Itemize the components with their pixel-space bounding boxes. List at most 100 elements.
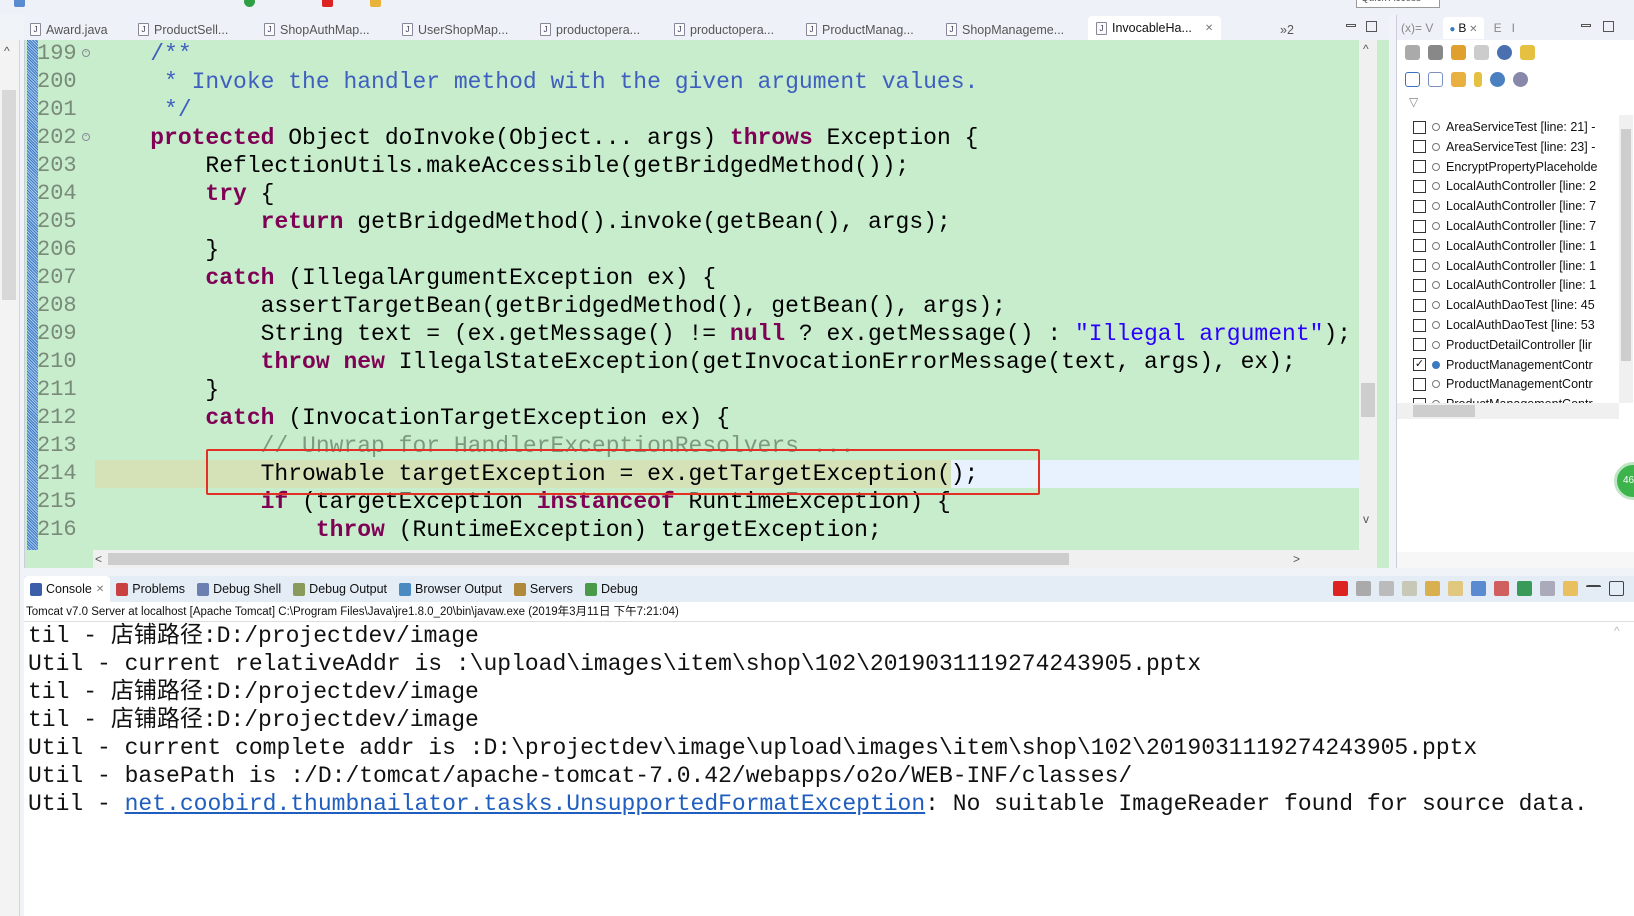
scrollbar-thumb[interactable] xyxy=(108,553,1069,565)
console-tab-servers[interactable]: Servers xyxy=(508,576,579,602)
checkbox[interactable] xyxy=(1413,199,1426,213)
editor-tab[interactable]: J InvocableHa... ✕ xyxy=(1088,16,1222,40)
checkbox[interactable] xyxy=(1413,259,1426,273)
editor-tab[interactable]: Jproductopera... xyxy=(540,19,640,40)
scroll-right-icon[interactable]: > xyxy=(1293,552,1300,566)
show-console-stdout-icon[interactable] xyxy=(1471,581,1486,596)
toolbar-icon[interactable] xyxy=(14,0,25,7)
editor-tab[interactable]: J UserShopMap... xyxy=(402,19,508,40)
clear-console-icon[interactable] xyxy=(1402,581,1417,596)
breakpoint-item[interactable]: ProductDetailController [lir xyxy=(1413,335,1613,355)
show-console-stderr-icon[interactable] xyxy=(1494,581,1509,596)
pin-console-icon[interactable] xyxy=(1517,581,1532,596)
code-line[interactable]: /** xyxy=(95,40,1359,68)
editor-horizontal-scrollbar[interactable]: < > xyxy=(93,550,1377,568)
chevron-up-icon[interactable]: ^ xyxy=(4,44,10,58)
editor-tab[interactable]: J ShopAuthMap... xyxy=(264,19,370,40)
code-line[interactable]: catch (InvocationTargetException ex) { xyxy=(95,404,1359,432)
console-vertical-scrollbar[interactable]: ^ xyxy=(1610,622,1628,916)
exception-breakpoint-icon[interactable] xyxy=(1520,45,1535,60)
code-line[interactable]: } xyxy=(95,376,1359,404)
checkbox[interactable] xyxy=(1413,298,1426,312)
scrollbar-thumb[interactable] xyxy=(1621,129,1631,361)
close-icon[interactable]: ✕ xyxy=(96,584,104,595)
breakpoint-item[interactable]: LocalAuthController [line: 1 xyxy=(1413,256,1613,276)
word-wrap-icon[interactable] xyxy=(1448,581,1463,596)
quick-access-input[interactable]: Quick Access xyxy=(1356,0,1440,8)
detail-horizontal-scrollbar[interactable] xyxy=(1397,552,1634,568)
breakpoint-item[interactable]: AreaServiceTest [line: 23] - xyxy=(1413,137,1613,157)
console-tab-debug-shell[interactable]: Debug Shell xyxy=(191,576,287,602)
remove-all-launches-icon[interactable] xyxy=(1379,581,1394,596)
run-icon[interactable] xyxy=(244,0,255,7)
fold-toggle-icon[interactable]: - xyxy=(82,133,90,141)
terminate-icon[interactable] xyxy=(1333,581,1348,596)
console-tab-debug[interactable]: Debug xyxy=(579,576,644,602)
editor-tab[interactable]: J Award.java xyxy=(30,19,108,40)
scroll-up-icon[interactable]: ^ xyxy=(1614,624,1620,638)
tab-overflow-button[interactable]: »2 xyxy=(1280,19,1294,40)
fold-toggle-icon[interactable]: - xyxy=(82,49,90,57)
remove-icon[interactable] xyxy=(1405,45,1420,60)
scrollbar-thumb[interactable] xyxy=(1361,383,1375,417)
editor-tab[interactable]: Jproductopera... xyxy=(674,19,774,40)
console-tab-problems[interactable]: Problems xyxy=(110,576,191,602)
console-tab-console[interactable]: Console ✕ xyxy=(24,576,111,602)
maximize-icon[interactable] xyxy=(1609,581,1624,596)
breakpoint-item[interactable]: LocalAuthController [line: 7 xyxy=(1413,196,1613,216)
console-tab-debug-output[interactable]: Debug Output xyxy=(287,576,393,602)
scroll-lock-icon[interactable] xyxy=(1425,581,1440,596)
checkbox[interactable] xyxy=(1413,239,1426,253)
breakpoint-item[interactable]: LocalAuthDaoTest [line: 45 xyxy=(1413,295,1613,315)
breakpoint-item[interactable]: LocalAuthController [line: 1 xyxy=(1413,275,1613,295)
editor-vertical-scrollbar[interactable]: ^ v xyxy=(1359,40,1377,550)
breakpoint-item[interactable]: LocalAuthController [line: 1 xyxy=(1413,236,1613,256)
list-vertical-scrollbar[interactable] xyxy=(1619,115,1633,403)
display-console-icon[interactable] xyxy=(1540,581,1555,596)
code-line[interactable]: throw (RuntimeException) targetException… xyxy=(95,516,1359,544)
code-line[interactable]: catch (IllegalArgumentException ex) { xyxy=(95,264,1359,292)
code-line[interactable]: String text = (ex.getMessage() != null ?… xyxy=(95,320,1359,348)
list-horizontal-scrollbar[interactable] xyxy=(1397,403,1619,419)
java-exception-icon[interactable] xyxy=(1474,72,1482,87)
code-line[interactable]: throw new IllegalStateException(getInvoc… xyxy=(95,348,1359,376)
code-line[interactable]: assertTargetBean(getBridgedMethod(), get… xyxy=(95,292,1359,320)
right-panel-tab[interactable]: E xyxy=(1494,21,1502,35)
skip-breakpoints-icon[interactable] xyxy=(1497,45,1512,60)
view-menu-icon[interactable]: ▽ xyxy=(1409,95,1418,109)
breakpoint-item[interactable]: LocalAuthController [line: 7 xyxy=(1413,216,1613,236)
breakpoint-item[interactable]: LocalAuthDaoTest [line: 53 xyxy=(1413,315,1613,335)
show-supported-icon[interactable] xyxy=(1490,72,1505,87)
checkbox[interactable] xyxy=(1413,160,1426,174)
scroll-down-icon[interactable]: v xyxy=(1363,512,1369,526)
collapse-all-icon[interactable] xyxy=(1428,72,1443,87)
checkbox[interactable] xyxy=(1413,338,1426,352)
scrollbar-thumb[interactable] xyxy=(1413,405,1475,417)
code-line[interactable]: * Invoke the handler method with the giv… xyxy=(95,68,1359,96)
editor-tab[interactable]: J ProductSell... xyxy=(138,19,228,40)
checkbox[interactable] xyxy=(1413,318,1426,332)
scrollbar-thumb[interactable] xyxy=(2,90,16,300)
scroll-left-icon[interactable]: < xyxy=(95,552,102,566)
code-line[interactable]: */ xyxy=(95,96,1359,124)
editor-tab[interactable]: J ShopManageme... xyxy=(946,19,1064,40)
maximize-icon[interactable] xyxy=(1366,21,1377,32)
folder-icon[interactable] xyxy=(370,0,381,7)
code-line[interactable]: protected Object doInvoke(Object... args… xyxy=(95,124,1359,152)
code-line[interactable]: ReflectionUtils.makeAccessible(getBridge… xyxy=(95,152,1359,180)
minimize-icon[interactable] xyxy=(1346,24,1356,27)
close-icon[interactable]: ✕ xyxy=(1205,23,1213,34)
right-panel-tab[interactable]: ● B ✕ xyxy=(1443,16,1484,39)
open-console-icon[interactable] xyxy=(1563,581,1578,596)
link-icon[interactable] xyxy=(1451,45,1466,60)
checkbox[interactable] xyxy=(1413,120,1426,134)
checkbox[interactable]: ✓ xyxy=(1413,358,1426,372)
breakpoint-item[interactable]: AreaServiceTest [line: 21] - xyxy=(1413,117,1613,137)
right-panel-tab[interactable]: I xyxy=(1512,21,1515,35)
expand-all-icon[interactable] xyxy=(1405,72,1420,87)
exception-link[interactable]: net.coobird.thumbnailator.tasks.Unsuppor… xyxy=(125,791,926,817)
checkbox[interactable] xyxy=(1413,219,1426,233)
code-line[interactable]: return getBridgedMethod().invoke(getBean… xyxy=(95,208,1359,236)
right-panel-tab[interactable]: (x)= V xyxy=(1401,21,1433,35)
editor-tab[interactable]: J ProductManag... xyxy=(806,19,914,40)
